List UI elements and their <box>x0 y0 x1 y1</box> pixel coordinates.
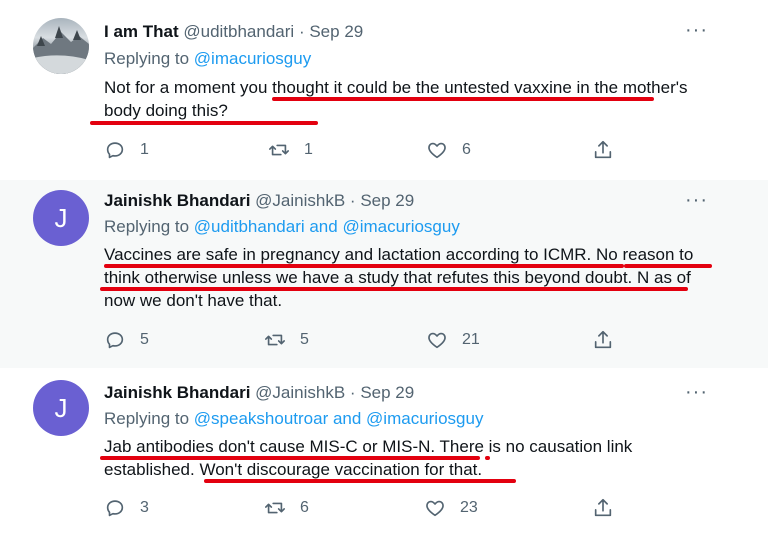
tweet-date[interactable]: Sep 29 <box>309 22 363 41</box>
reply-button[interactable]: 5 <box>104 328 149 352</box>
annotation-underline <box>624 264 712 268</box>
like-icon <box>428 332 446 349</box>
like-icon <box>426 500 444 517</box>
share-button[interactable] <box>592 328 614 352</box>
tweet[interactable]: J Jainishk Bhandari @JainishkB · Sep 29 … <box>0 180 768 368</box>
like-count: 23 <box>460 499 478 516</box>
retweet-icon <box>265 334 285 346</box>
avatar[interactable] <box>33 18 89 74</box>
share-icon <box>594 140 612 159</box>
avatar[interactable]: J <box>33 380 89 436</box>
display-name[interactable]: I am That <box>104 22 179 41</box>
reply-icon <box>106 332 124 349</box>
reply-thread: I am That @uditbhandari · Sep 29 ··· Rep… <box>0 0 768 534</box>
retweet-button[interactable]: 6 <box>264 496 309 520</box>
retweet-count: 5 <box>300 331 309 348</box>
retweet-icon <box>269 144 289 156</box>
mention-link[interactable]: @imacuriosguy <box>194 49 311 68</box>
retweet-button[interactable]: 5 <box>264 328 309 352</box>
separator-dot: · <box>349 191 356 210</box>
tweet-actions: 5 5 21 <box>104 328 624 352</box>
share-icon <box>594 330 612 349</box>
like-icon <box>428 142 446 159</box>
mention-link[interactable]: @speakshoutroar and @imacuriosguy <box>194 409 484 428</box>
tweet-header: Jainishk Bhandari @JainishkB · Sep 29 <box>104 382 414 404</box>
tweet-text: Vaccines are safe in pregnancy and lacta… <box>104 245 694 310</box>
like-button[interactable]: 23 <box>424 496 478 520</box>
avatar[interactable]: J <box>33 190 89 246</box>
retweet-icon <box>265 502 285 514</box>
replying-to-label: Replying to <box>104 409 190 428</box>
user-handle[interactable]: @uditbhandari <box>183 22 294 41</box>
annotation-underline <box>90 121 318 125</box>
tweet[interactable]: I am That @uditbhandari · Sep 29 ··· Rep… <box>0 0 768 180</box>
retweet-count: 6 <box>300 499 309 516</box>
display-name[interactable]: Jainishk Bhandari <box>104 191 250 210</box>
share-icon <box>594 498 612 517</box>
more-icon[interactable]: ··· <box>685 382 708 402</box>
reply-button[interactable]: 1 <box>104 138 149 162</box>
reply-icon <box>106 142 124 159</box>
replying-to: Replying to @speakshoutroar and @imacuri… <box>104 408 483 430</box>
separator-dot: · <box>298 22 305 41</box>
annotation-underline <box>100 456 480 460</box>
tweet-actions: 1 1 6 <box>104 138 624 162</box>
more-icon[interactable]: ··· <box>685 20 708 40</box>
retweet-count: 1 <box>304 141 313 158</box>
replying-to-label: Replying to <box>104 49 190 68</box>
avatar-photo <box>33 26 89 74</box>
user-handle[interactable]: @JainishkB <box>255 191 345 210</box>
tweet-date[interactable]: Sep 29 <box>360 191 414 210</box>
tweet-actions: 3 6 23 <box>104 496 624 520</box>
reply-count: 3 <box>140 499 149 516</box>
user-handle[interactable]: @JainishkB <box>255 383 345 402</box>
like-count: 6 <box>462 141 471 158</box>
like-button[interactable]: 21 <box>426 328 480 352</box>
share-button[interactable] <box>592 138 614 162</box>
like-button[interactable]: 6 <box>426 138 471 162</box>
annotation-underline <box>100 287 688 291</box>
display-name[interactable]: Jainishk Bhandari <box>104 383 250 402</box>
annotation-underline <box>104 264 624 268</box>
reply-count: 5 <box>140 331 149 348</box>
separator-dot: · <box>349 383 356 402</box>
share-button[interactable] <box>592 496 614 520</box>
tweet-header: Jainishk Bhandari @JainishkB · Sep 29 <box>104 190 414 212</box>
mention-link[interactable]: @uditbhandari and @imacuriosguy <box>194 217 460 236</box>
like-count: 21 <box>462 331 480 348</box>
tweet-date[interactable]: Sep 29 <box>360 383 414 402</box>
reply-button[interactable]: 3 <box>104 496 149 520</box>
more-icon[interactable]: ··· <box>685 190 708 210</box>
replying-to: Replying to @imacuriosguy <box>104 48 311 70</box>
annotation-underline <box>272 97 654 101</box>
tweet-header: I am That @uditbhandari · Sep 29 <box>104 21 363 43</box>
reply-icon <box>106 500 124 517</box>
replying-to-label: Replying to <box>104 217 190 236</box>
reply-count: 1 <box>140 141 149 158</box>
annotation-underline <box>485 456 490 460</box>
tweet[interactable]: J Jainishk Bhandari @JainishkB · Sep 29 … <box>0 368 768 534</box>
retweet-button[interactable]: 1 <box>268 138 313 162</box>
annotation-underline <box>204 479 516 483</box>
replying-to: Replying to @uditbhandari and @imacurios… <box>104 216 460 238</box>
